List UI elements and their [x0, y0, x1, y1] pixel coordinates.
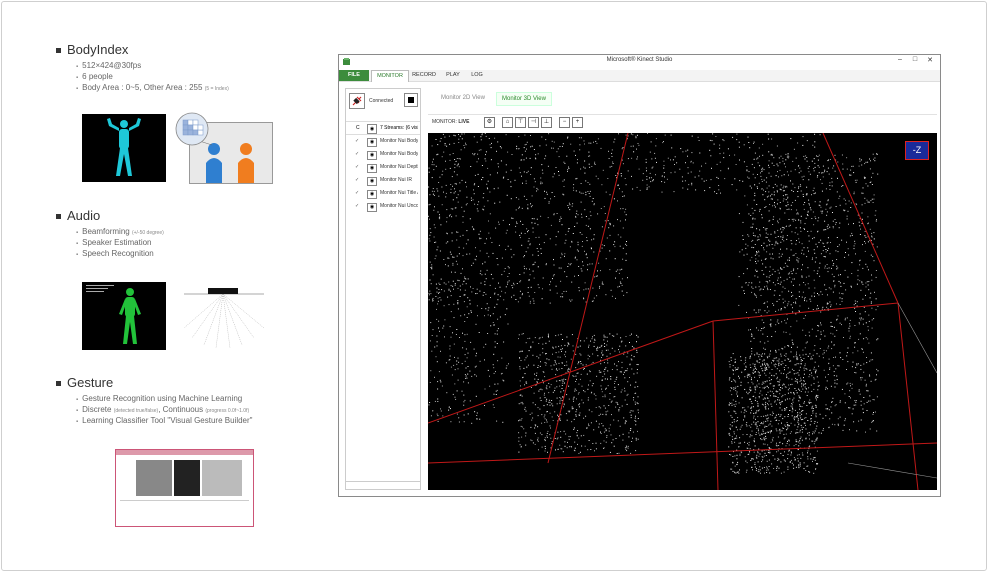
eye-icon[interactable]: ◉: [367, 164, 377, 173]
connection-status: Connected: [369, 98, 394, 104]
stream-row[interactable]: ✓◉Monitor Nui Body Index: [346, 148, 420, 161]
eye-icon[interactable]: ◉: [367, 151, 377, 160]
beamforming-figure: [178, 282, 270, 352]
list-item: Speaker Estimation: [76, 238, 164, 249]
menu-log[interactable]: LOG: [467, 70, 487, 81]
zoom-out-icon[interactable]: −: [559, 117, 570, 128]
list-item: Beamforming (+/-50 degree): [76, 227, 164, 238]
monitor-toolbar: MONITOR: LIVE ⚙ ⌂ ⊤ ⊣ ⊥ − +: [428, 114, 937, 129]
bottom-view-icon[interactable]: ⊥: [541, 117, 552, 128]
list-item: Learning Classifier Tool "Visual Gesture…: [76, 416, 252, 427]
section-title: Gesture: [56, 375, 253, 390]
check-icon[interactable]: ✓: [355, 187, 359, 200]
check-icon[interactable]: ✓: [355, 135, 359, 148]
settings-gear-icon[interactable]: ⚙: [484, 117, 495, 128]
stop-icon: [408, 97, 414, 103]
list-item: Gesture Recognition using Machine Learni…: [76, 394, 253, 405]
stream-row[interactable]: ✓◉Monitor Nui Title Audio: [346, 187, 420, 200]
list-item: Body Area : 0~5, Other Area : 255 (5 = I…: [76, 83, 229, 94]
home-view-icon[interactable]: ⌂: [502, 117, 513, 128]
section-title: BodyIndex: [56, 42, 229, 57]
list-item: 6 people: [76, 72, 229, 83]
collapse-toggle[interactable]: C: [356, 122, 360, 134]
kinect-studio-window: Microsoft® Kinect Studio – □ ✕ FILE MONI…: [338, 54, 941, 497]
stream-row[interactable]: ✓◉Monitor Nui Body Frame: [346, 135, 420, 148]
stream-row[interactable]: ✓ ◉ Monitor Nui IR: [346, 174, 420, 187]
list-item: 512×424@30fps: [76, 61, 229, 72]
point-cloud-viewport[interactable]: -Z: [428, 133, 937, 490]
close-button[interactable]: ✕: [924, 56, 936, 64]
frustum-lines: [428, 133, 937, 490]
axis-indicator[interactable]: -Z: [905, 141, 929, 160]
menu-record[interactable]: RECORD: [409, 70, 439, 81]
menu-play[interactable]: PLAY: [441, 70, 465, 81]
list-item: Speech Recognition: [76, 249, 164, 260]
eye-icon[interactable]: ◉: [367, 138, 377, 147]
stream-row[interactable]: ✓◉Monitor Nui Uncompressed Color: [346, 200, 420, 213]
check-icon[interactable]: ✓: [355, 161, 359, 174]
menu-file[interactable]: FILE: [339, 70, 369, 81]
eye-icon[interactable]: ◉: [367, 177, 377, 186]
tab-monitor-3d-view[interactable]: Monitor 3D View: [496, 92, 552, 106]
section-audio: Audio Beamforming (+/-50 degree) Speaker…: [56, 208, 164, 260]
eye-icon[interactable]: ◉: [367, 190, 377, 199]
side-view-icon[interactable]: ⊣: [528, 117, 539, 128]
monitor-status: MONITOR: LIVE: [432, 119, 470, 125]
streams-panel: Connected C ◉ 7 Streams: (6 visible) ✓◉M…: [345, 88, 421, 490]
streams-count: 7 Streams: (6 visible): [380, 125, 418, 131]
eye-icon[interactable]: ◉: [367, 203, 377, 212]
zoom-in-icon[interactable]: +: [572, 117, 583, 128]
minimize-button[interactable]: –: [894, 56, 906, 63]
check-icon[interactable]: ✓: [355, 174, 359, 187]
audio-body-figure: [82, 282, 166, 350]
maximize-button[interactable]: □: [909, 56, 921, 63]
tab-monitor-2d-view[interactable]: Monitor 2D View: [436, 92, 490, 104]
check-icon[interactable]: ✓: [355, 148, 359, 161]
eye-icon[interactable]: ◉: [367, 124, 377, 134]
gesture-list: Gesture Recognition using Machine Learni…: [76, 394, 253, 427]
monitor-area: Monitor 2D View Monitor 3D View MONITOR:…: [428, 88, 937, 492]
plug-icon: [352, 96, 362, 106]
grid-magnifier-icon: [175, 112, 209, 146]
audio-list: Beamforming (+/-50 degree) Speaker Estim…: [76, 227, 164, 260]
gesture-builder-screenshot: [115, 449, 254, 527]
point-cloud-render: [428, 133, 937, 490]
check-icon[interactable]: ✓: [355, 200, 359, 213]
section-gesture: Gesture Gesture Recognition using Machin…: [56, 375, 253, 427]
window-title: Microsoft® Kinect Studio: [606, 57, 673, 63]
bodyindex-list: 512×424@30fps 6 people Body Area : 0~5, …: [76, 61, 229, 94]
list-item: Discrete (detected true/false), Continuo…: [76, 405, 253, 416]
connect-button[interactable]: [349, 93, 365, 109]
ribbon-menu: FILE MONITOR RECORD PLAY LOG: [339, 70, 940, 82]
bodyindex-figure: [82, 114, 166, 182]
title-bar: Microsoft® Kinect Studio – □ ✕: [339, 55, 940, 69]
stop-button[interactable]: [404, 93, 418, 107]
panel-divider: [346, 481, 420, 483]
top-view-icon[interactable]: ⊤: [515, 117, 526, 128]
streams-header: C ◉ 7 Streams: (6 visible): [346, 121, 420, 135]
menu-monitor[interactable]: MONITOR: [371, 70, 409, 82]
section-title: Audio: [56, 208, 164, 223]
stream-row[interactable]: ✓ ◉ Monitor Nui Depth: [346, 161, 420, 174]
section-bodyindex: BodyIndex 512×424@30fps 6 people Body Ar…: [56, 42, 229, 94]
